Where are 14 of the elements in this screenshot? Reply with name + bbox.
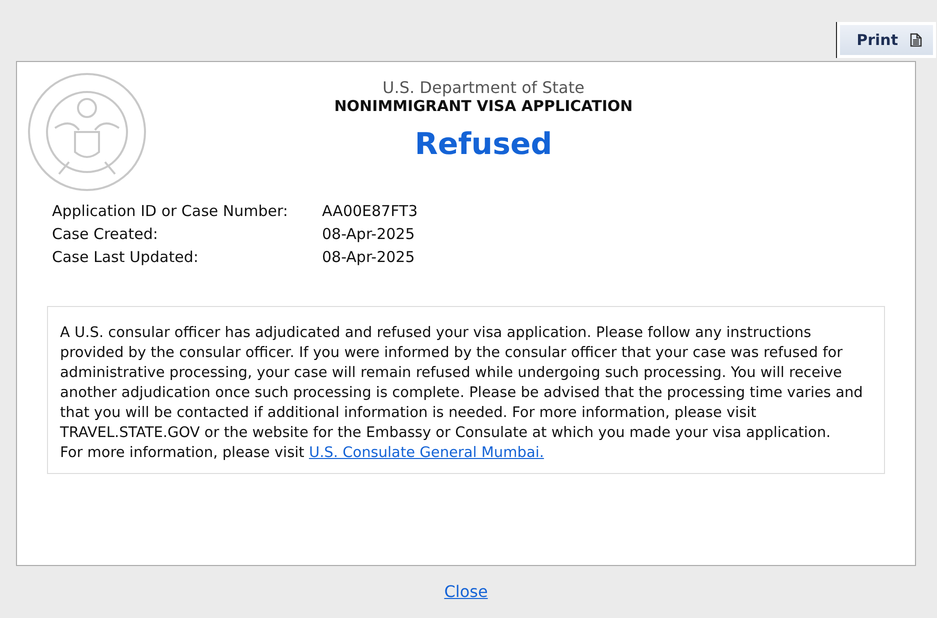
message-text: A U.S. consular officer has adjudicated and refused your visa application. Please follow any instructions provided by the consular officer. If you were informed by the consular officer that your case was refused for administrative processing, your case will remain refused while undergoing such processing. You will receive another adjudication once such processing is complete. Please be advised that the processing time varies and that you will be contacted if additional information is needed. For more information, please visit TRAVEL.STATE.GOV or the website for the Embassy or Consulate at which you made your visa application. xyxy=(60,324,864,443)
detail-value: 08-Apr-2025 xyxy=(322,225,416,243)
detail-label: Case Last Updated: xyxy=(52,248,200,266)
print-button[interactable]: Print xyxy=(836,22,936,58)
detail-label: Application ID or Case Number: xyxy=(52,202,289,220)
form-title: NONIMMIGRANT VISA APPLICATION xyxy=(334,97,633,115)
detail-label: Case Created: xyxy=(52,225,159,243)
more-info-text: For more information, please visit U.S. Consulate General Mumbai. xyxy=(60,444,545,463)
status-heading: Refused xyxy=(414,127,552,162)
detail-value: 08-Apr-2025 xyxy=(322,248,416,266)
detail-value: AA00E87FT3 xyxy=(322,202,418,220)
close-link[interactable]: Close xyxy=(444,582,488,601)
department-name: U.S. Department of State xyxy=(382,78,584,97)
consulate-link[interactable]: U.S. Consulate General Mumbai. xyxy=(308,445,544,461)
